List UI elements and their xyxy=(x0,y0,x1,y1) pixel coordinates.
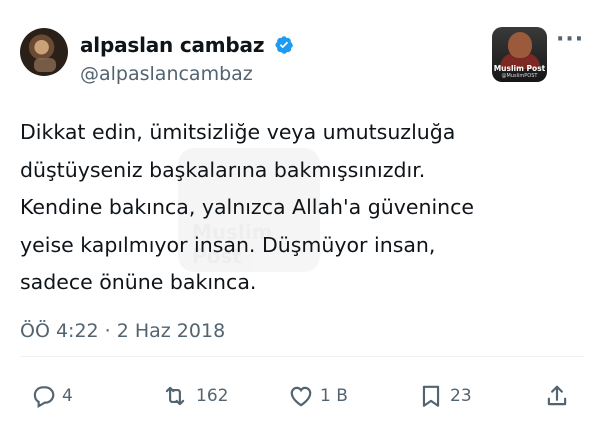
bookmark-icon xyxy=(422,385,440,407)
divider xyxy=(20,356,584,357)
tweet-text-line: düştüyseniz başkalarına bakmışsınızdır. xyxy=(20,157,426,182)
badge-handle: @MuslimPOST xyxy=(501,73,538,79)
share-icon xyxy=(547,385,567,406)
tweet-text-line: Kendine bakınca, yalnızca Allah'a güveni… xyxy=(20,195,475,219)
bookmark-count: 23 xyxy=(450,386,472,406)
tweet-card: alpaslan cambaz @alpaslancambaz Muslim P… xyxy=(0,0,604,422)
more-icon[interactable]: ··· xyxy=(556,29,584,51)
verified-icon xyxy=(275,36,293,54)
author-avatar[interactable] xyxy=(20,28,68,76)
like-count: 1 B xyxy=(320,386,348,406)
repost-button[interactable]: 162 xyxy=(160,382,228,410)
reply-icon xyxy=(33,386,55,409)
reply-count: 4 xyxy=(62,386,73,406)
tweet-text-line: sadece önüne bakınca. xyxy=(20,270,257,294)
tweet-text: Dikkat edin, ümitsizliğe veya umutsuzluğ… xyxy=(20,114,590,302)
badge-label: Muslim Post xyxy=(493,64,546,73)
author-display-name[interactable]: alpaslan cambaz xyxy=(80,33,264,57)
tweet-text-line: yeise kapılmıyor insan. Düşmüyor insan, xyxy=(20,232,436,257)
share-button[interactable] xyxy=(544,382,576,410)
like-button[interactable]: 1 B xyxy=(288,382,348,410)
repost-count: 162 xyxy=(196,386,229,406)
repost-icon xyxy=(165,386,185,406)
muslim-post-badge-logo: Muslim Post @MuslimPOST xyxy=(492,27,547,82)
bookmark-button[interactable]: 23 xyxy=(418,382,472,410)
reply-button[interactable]: 4 xyxy=(30,382,73,410)
like-icon xyxy=(290,386,312,407)
author-handle[interactable]: @alpaslancambaz xyxy=(80,63,253,85)
tweet-timestamp[interactable]: ÖÖ 4:22 · 2 Haz 2018 xyxy=(20,320,225,342)
tweet-text-line: Dikkat edin, ümitsizliğe veya umutsuzluğ… xyxy=(20,120,456,144)
